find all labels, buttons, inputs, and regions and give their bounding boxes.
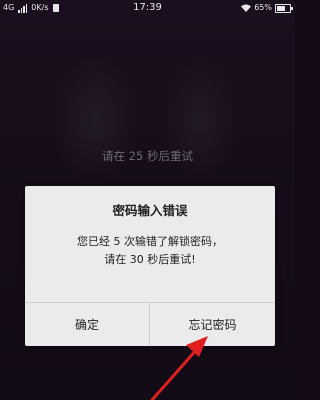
password-error-dialog: 密码输入错误 您已经 5 次输错了解锁密码， 请在 30 秒后重试! 确定 忘记… (25, 186, 275, 346)
retry-notice: 请在 25 秒后重试 (102, 149, 193, 163)
battery-icon (275, 3, 293, 13)
status-bar: 4G 0K/s 17:39 65% (0, 0, 295, 16)
battery-percent: 65% (254, 3, 272, 12)
dialog-message-line1: 您已经 5 次输错了解锁密码， (77, 235, 223, 248)
dialog-message: 您已经 5 次输错了解锁密码， 请在 30 秒后重试! (25, 233, 275, 269)
forgot-password-button[interactable]: 忘记密码 (150, 303, 275, 346)
dialog-message-line2: 请在 30 秒后重试! (104, 253, 196, 266)
wifi-icon (241, 4, 252, 12)
dialog-title: 密码输入错误 (112, 203, 188, 218)
confirm-button[interactable]: 确定 (25, 303, 149, 346)
status-right: 65% (241, 0, 293, 16)
